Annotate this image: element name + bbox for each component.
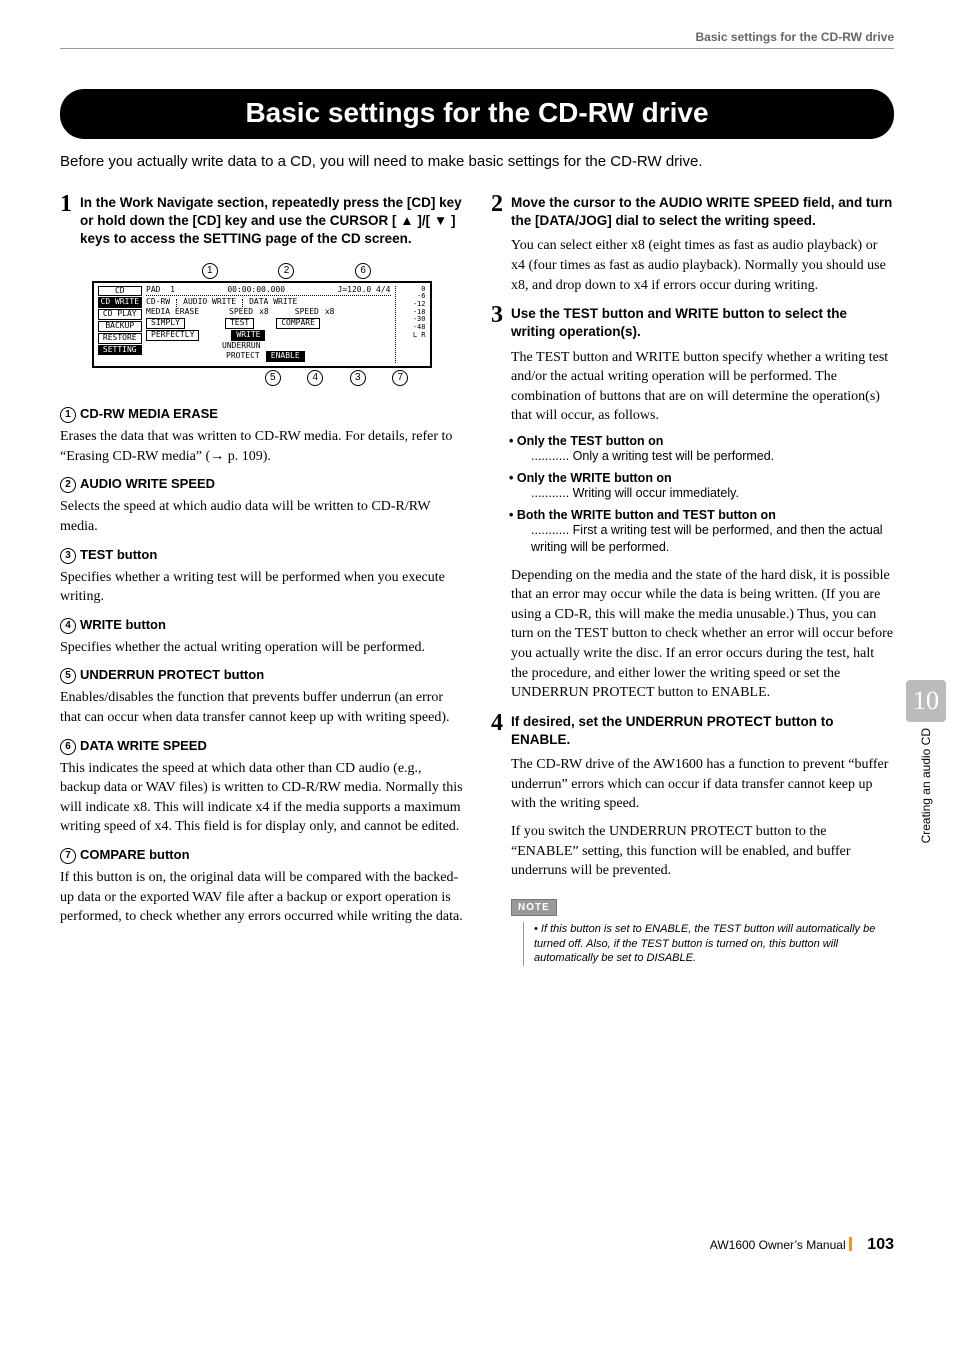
- footer-manual-name: AW1600 Owner’s Manual: [710, 1238, 846, 1252]
- lcd-speed-label2: SPEED: [295, 308, 319, 317]
- lcd-tab-cdplay: CD PLAY: [98, 309, 143, 320]
- chapter-side-tab: 10 Creating an audio CD: [906, 680, 946, 843]
- item3-heading: TEST button: [80, 547, 157, 562]
- bullet-both: • Both the WRITE button and TEST button …: [509, 508, 894, 522]
- bullet-test-only: • Only the TEST button on: [509, 434, 894, 448]
- note-text: • If this button is set to ENABLE, the T…: [523, 922, 894, 967]
- circled-6: 6: [60, 739, 76, 755]
- step-3-heading: Use the TEST button and WRITE button to …: [511, 305, 894, 341]
- lcd-meter: 0 -6 -12 -18 -30 -48 L R: [395, 286, 426, 364]
- lcd-protect: PROTECT: [226, 352, 260, 361]
- item3-text: Specifies whether a writing test will be…: [60, 568, 463, 607]
- lcd-write-button: WRITE: [231, 330, 265, 341]
- lcd-tab-cd: CD: [98, 286, 143, 297]
- step-2-heading: Move the cursor to the AUDIO WRITE SPEED…: [511, 194, 894, 230]
- lcd-perfectly-button: PERFECTLY: [146, 330, 199, 341]
- step-number-2: 2: [491, 192, 503, 216]
- lcd-cdrw-label: CD-RW: [146, 298, 170, 307]
- step-1-heading: In the Work Navigate section, repeatedly…: [80, 194, 463, 249]
- lcd-speed-label: SPEED: [229, 308, 253, 317]
- bullet-test-only-desc: ........... Only a writing test will be …: [531, 448, 894, 465]
- lcd-tab-setting: SETTING: [98, 345, 143, 356]
- callout-3: 3: [350, 370, 366, 386]
- bullet-both-desc: ........... First a writing test will be…: [531, 522, 894, 556]
- item1-heading: CD-RW MEDIA ERASE: [80, 406, 218, 421]
- item6-text: This indicates the speed at which data o…: [60, 759, 463, 837]
- lcd-tab-backup: BACKUP: [98, 321, 143, 332]
- lcd-enable-button: ENABLE: [266, 351, 305, 362]
- lcd-speed-x8b: x8: [325, 308, 335, 317]
- step-2-text: You can select either x8 (eight times as…: [511, 236, 894, 295]
- step-3-text-2: Depending on the media and the state of …: [511, 566, 894, 703]
- circled-7: 7: [60, 848, 76, 864]
- footer-divider-icon: [849, 1237, 852, 1251]
- circled-5: 5: [60, 668, 76, 684]
- item7-text: If this button is on, the original data …: [60, 868, 463, 927]
- lcd-mediaerase: MEDIA ERASE: [146, 308, 199, 317]
- step-4-text-1: The CD-RW drive of the AW1600 has a func…: [511, 755, 894, 814]
- item6-heading: DATA WRITE SPEED: [80, 738, 207, 753]
- lcd-simply-button: SIMPLY: [146, 318, 185, 329]
- footer-page-number: 103: [867, 1236, 894, 1253]
- circled-4: 4: [60, 618, 76, 634]
- lcd-speed-x8a: x8: [259, 308, 269, 317]
- step-3-text: The TEST button and WRITE button specify…: [511, 348, 894, 426]
- circled-1: 1: [60, 407, 76, 423]
- callout-4: 4: [307, 370, 323, 386]
- item4-text: Specifies whether the actual writing ope…: [60, 638, 463, 658]
- lcd-tab-restore: RESTORE: [98, 333, 143, 344]
- item2-heading: AUDIO WRITE SPEED: [80, 476, 215, 491]
- item2-text: Selects the speed at which audio data wi…: [60, 497, 463, 536]
- step-number-4: 4: [491, 711, 503, 735]
- item7-heading: COMPARE button: [80, 847, 190, 862]
- callout-2: 2: [278, 263, 294, 279]
- callout-5: 5: [265, 370, 281, 386]
- lcd-tab-cdwrite: CD WRITE: [98, 297, 143, 308]
- page-title: Basic settings for the CD-RW drive: [60, 89, 894, 139]
- callout-7: 7: [392, 370, 408, 386]
- chapter-label: Creating an audio CD: [919, 728, 933, 843]
- page-footer: AW1600 Owner’s Manual 103: [60, 1236, 894, 1254]
- chapter-number: 10: [906, 680, 946, 722]
- lcd-screenshot: 1 2 6 CD CD WRITE CD PLAY BACKUP RESTORE…: [92, 263, 432, 387]
- lcd-underrun: UNDERRUN: [222, 342, 261, 351]
- bullet-write-only-desc: ........... Writing will occur immediate…: [531, 485, 894, 502]
- circled-2: 2: [60, 477, 76, 493]
- running-header: Basic settings for the CD-RW drive: [60, 30, 894, 49]
- bullet-write-only: • Only the WRITE button on: [509, 471, 894, 485]
- step-4-text-2: If you switch the UNDERRUN PROTECT butto…: [511, 822, 894, 881]
- intro-text: Before you actually write data to a CD, …: [60, 153, 894, 170]
- lcd-audiowrite-label: AUDIO WRITE: [183, 298, 236, 307]
- lcd-compare-button: COMPARE: [276, 318, 320, 329]
- step-number-1: 1: [60, 192, 72, 216]
- item1-text: Erases the data that was written to CD-R…: [60, 427, 463, 466]
- item5-heading: UNDERRUN PROTECT button: [80, 667, 264, 682]
- circled-3: 3: [60, 548, 76, 564]
- callout-1: 1: [202, 263, 218, 279]
- item5-text: Enables/disables the function that preve…: [60, 688, 463, 727]
- lcd-test-button: TEST: [225, 318, 254, 329]
- item4-heading: WRITE button: [80, 617, 166, 632]
- lcd-tempo: J=120.0 4/4: [338, 286, 391, 295]
- note-label: NOTE: [511, 899, 557, 916]
- lcd-time: 00:00:00.000: [227, 286, 285, 295]
- callout-6: 6: [355, 263, 371, 279]
- step-number-3: 3: [491, 303, 503, 327]
- lcd-pad: PAD 1: [146, 286, 175, 295]
- step-4-heading: If desired, set the UNDERRUN PROTECT but…: [511, 713, 894, 749]
- lcd-datawrite-label: DATA WRITE: [249, 298, 297, 307]
